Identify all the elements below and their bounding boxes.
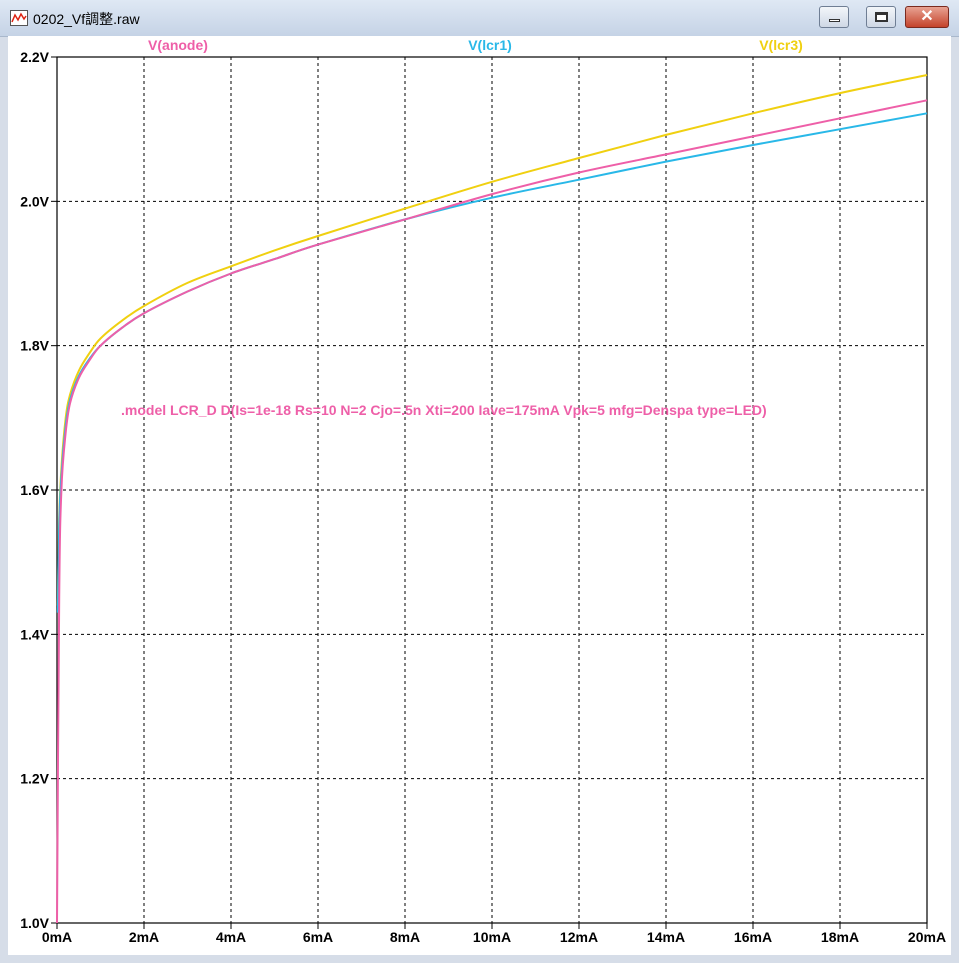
minimize-button[interactable] [819,6,849,28]
x-tick-label: 8mA [390,929,420,945]
series-line-v-anode [56,99,928,924]
y-tick-label: 2.0V [20,193,49,209]
waveform-chart[interactable]: 0mA 2mA 4mA 6mA 8mA 10mA 12mA 14mA 16mA 18mA 20mA 1… [8,36,951,955]
x-tick-label: 12mA [560,929,598,945]
x-tick-label: 20mA [908,929,946,945]
x-tick-label: 6mA [303,929,333,945]
x-tick-label: 0mA [42,929,72,945]
model-annotation: .model LCR_D D(Is=1e-18 Rs=10 N=2 Cjo=.5… [121,402,767,418]
x-tick-label: 10mA [473,929,511,945]
maximize-button[interactable] [866,6,896,28]
y-tick-label: 1.0V [20,915,49,931]
close-icon: ✕ [920,8,934,25]
close-button[interactable]: ✕ [905,6,949,28]
legend-label: V(lcr1) [468,37,512,53]
x-tick-label: 4mA [216,929,246,945]
y-tick-label: 1.4V [20,626,49,642]
legend-label: V(anode) [148,37,208,53]
x-tick-label: 18mA [821,929,859,945]
y-tick-label: 1.6V [20,482,49,498]
title-bar: 0202_Vf調整.raw ✕ [0,0,959,37]
waveform-app-icon [10,10,28,26]
plot-pane[interactable]: 0mA 2mA 4mA 6mA 8mA 10mA 12mA 14mA 16mA 18mA 20mA 1… [8,36,951,955]
legend-label: V(lcr3) [759,37,803,53]
x-tick-label: 2mA [129,929,159,945]
x-tick-label: 14mA [647,929,685,945]
y-tick-label: 1.2V [20,771,49,787]
y-tick-label: 1.8V [20,338,49,354]
x-tick-label: 16mA [734,929,772,945]
minimize-icon [829,19,840,22]
window-title: 0202_Vf調整.raw [33,11,140,27]
maximize-icon [875,12,888,22]
y-tick-label: 2.2V [20,49,49,65]
